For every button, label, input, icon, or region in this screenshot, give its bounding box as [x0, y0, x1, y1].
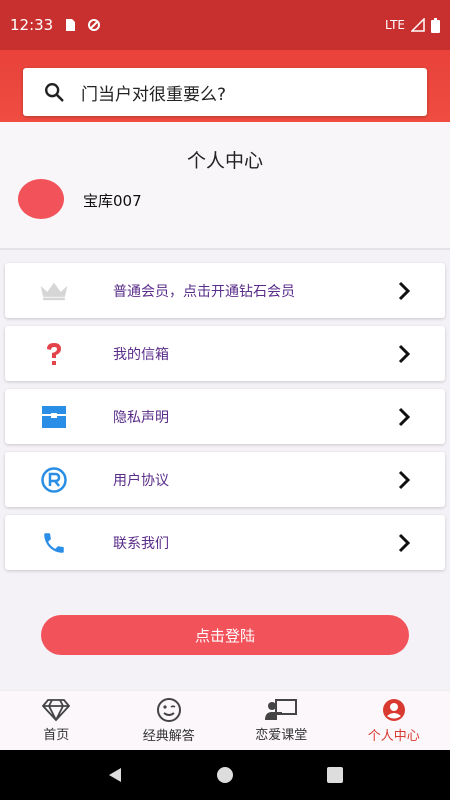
tab-classroom[interactable]: 恋爱课堂	[225, 691, 338, 750]
tab-profile[interactable]: 个人中心	[338, 691, 450, 750]
menu-item-membership[interactable]: 普通会员，点击开通钻石会员	[5, 263, 445, 318]
chevron-right-icon	[398, 470, 411, 490]
chevron-right-icon	[398, 533, 411, 553]
menu-item-label: 联系我们	[113, 535, 169, 552]
menu-item-label: 普通会员，点击开通钻石会员	[113, 283, 295, 300]
tab-label: 恋爱课堂	[255, 728, 308, 743]
menu-item-label: 用户协议	[113, 472, 169, 489]
status-bar: 12:33 LTE	[0, 0, 450, 50]
sd-card-icon	[66, 19, 76, 31]
menu-item-contact[interactable]: 联系我们	[5, 515, 445, 570]
smile-icon	[156, 698, 181, 722]
signal-icon	[411, 18, 425, 32]
box-icon	[39, 402, 69, 432]
back-icon[interactable]	[106, 766, 124, 784]
search-icon	[45, 83, 64, 102]
classroom-icon	[265, 699, 298, 720]
bottom-nav: 首页 经典解答 恋爱课堂 个人中心	[0, 690, 450, 750]
tab-label: 个人中心	[367, 729, 420, 744]
crown-icon	[39, 276, 69, 306]
menu-item-privacy[interactable]: 隐私声明	[5, 389, 445, 444]
menu-list: 普通会员，点击开通钻石会员 我的信箱 隐私声明 用户协议 联系我们	[5, 263, 445, 578]
tab-label: 首页	[43, 728, 70, 743]
menu-item-label: 隐私声明	[113, 409, 169, 426]
registered-icon	[39, 465, 69, 495]
chevron-right-icon	[398, 407, 411, 427]
tab-home[interactable]: 首页	[0, 691, 113, 750]
page-title: 个人中心	[186, 150, 263, 172]
system-nav-bar	[0, 750, 450, 800]
avatar[interactable]	[18, 179, 64, 219]
tab-answers[interactable]: 经典解答	[113, 691, 226, 750]
question-icon	[39, 339, 69, 369]
menu-item-agreement[interactable]: 用户协议	[5, 452, 445, 507]
search-input[interactable]: 门当户对很重要么?	[23, 68, 427, 116]
search-band: 门当户对很重要么?	[0, 50, 450, 122]
network-label: LTE	[385, 18, 405, 32]
menu-item-mailbox[interactable]: 我的信箱	[5, 326, 445, 381]
home-icon[interactable]	[216, 766, 234, 784]
battery-icon	[431, 17, 440, 33]
chevron-right-icon	[398, 281, 411, 301]
sync-icon	[88, 19, 101, 31]
account-icon	[382, 699, 405, 721]
status-time: 12:33	[10, 16, 54, 34]
login-button[interactable]: 点击登陆	[41, 615, 409, 655]
phone-icon	[39, 528, 69, 558]
profile-header: 个人中心 宝库007	[0, 122, 450, 250]
tab-label: 经典解答	[142, 729, 195, 744]
username: 宝库007	[83, 192, 142, 210]
chevron-right-icon	[398, 344, 411, 364]
diamond-icon	[42, 699, 71, 722]
search-placeholder: 门当户对很重要么?	[81, 84, 227, 105]
recents-icon[interactable]	[326, 766, 344, 784]
menu-item-label: 我的信箱	[113, 346, 169, 363]
